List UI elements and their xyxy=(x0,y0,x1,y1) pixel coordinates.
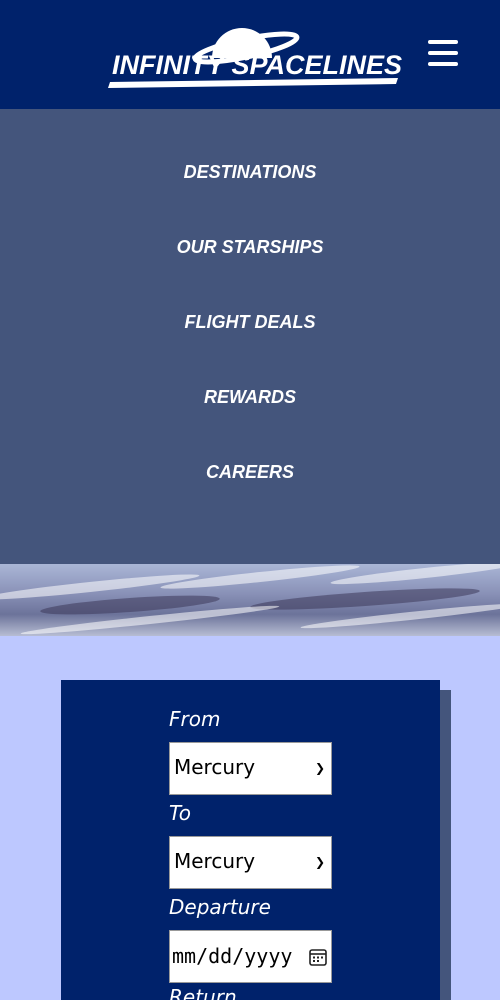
from-label: From xyxy=(169,707,221,731)
infinity-spacelines-logo[interactable]: INFINITY SPACELINES xyxy=(106,18,402,88)
main-navigation: DESTINATIONS OUR STARSHIPS FLIGHT DEALS … xyxy=(0,109,500,564)
brand-name: INFINITY SPACELINES xyxy=(112,50,402,80)
nav-item-flight-deals[interactable]: FLIGHT DEALS xyxy=(0,312,500,333)
nav-item-careers[interactable]: CAREERS xyxy=(0,462,500,483)
to-label: To xyxy=(169,801,191,825)
from-select[interactable]: Mercury ❯ xyxy=(169,742,332,795)
nav-item-our-starships[interactable]: OUR STARSHIPS xyxy=(0,237,500,258)
to-select[interactable]: Mercury ❯ xyxy=(169,836,332,889)
to-value: Mercury xyxy=(174,849,256,873)
departure-date-input[interactable]: mm/dd/yyyy xyxy=(169,930,332,983)
hero-earth-image xyxy=(0,564,500,636)
hamburger-menu-button[interactable] xyxy=(426,40,460,72)
chevron-down-icon: ❯ xyxy=(314,761,325,775)
hamburger-icon xyxy=(428,40,458,44)
site-header: INFINITY SPACELINES xyxy=(0,0,500,109)
chevron-down-icon: ❯ xyxy=(314,855,325,869)
departure-date-placeholder: mm/dd/yyyy xyxy=(172,944,293,968)
return-label: Return xyxy=(169,985,237,1000)
from-value: Mercury xyxy=(174,755,256,779)
nav-item-rewards[interactable]: REWARDS xyxy=(0,387,500,408)
departure-label: Departure xyxy=(169,895,271,919)
nav-item-destinations[interactable]: DESTINATIONS xyxy=(0,162,500,183)
calendar-icon[interactable] xyxy=(308,947,328,967)
